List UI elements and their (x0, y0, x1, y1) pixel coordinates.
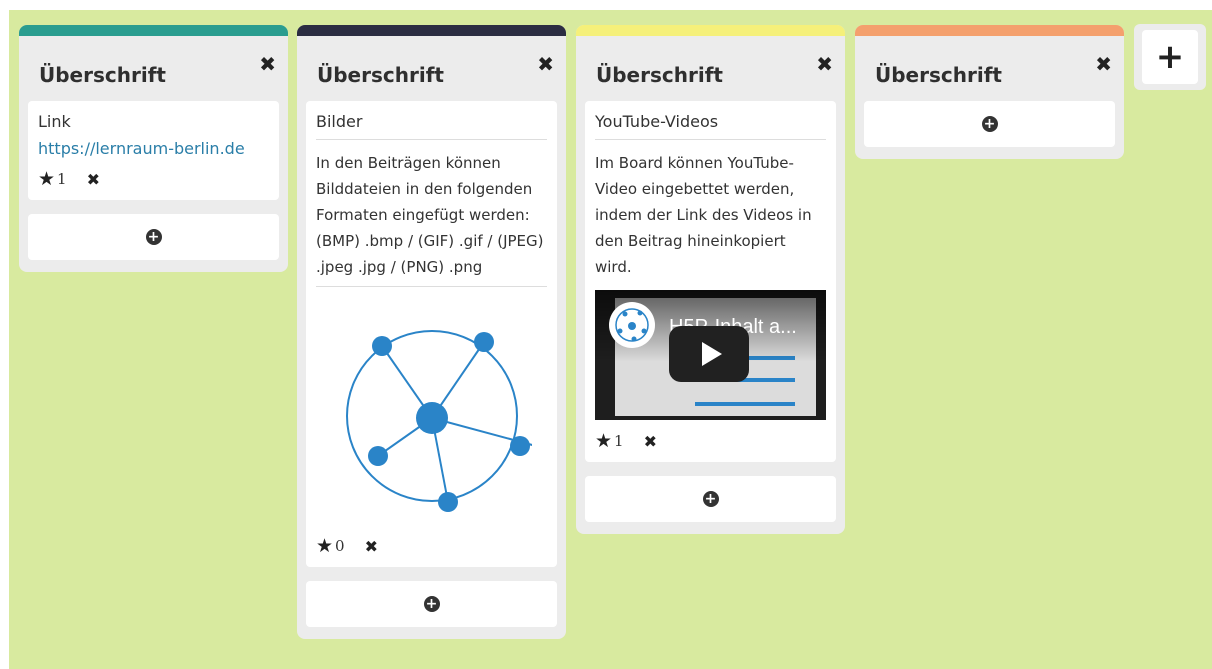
card-images[interactable]: Bilder In den Beiträgen können Bilddatei… (306, 101, 557, 567)
card-link[interactable]: Link https://lernraum-berlin.de ★ 1 ✖ (28, 101, 279, 200)
plus-circle-icon: + (702, 491, 719, 507)
card-footer: ★ 0 ✖ (316, 535, 547, 557)
card-image (316, 297, 547, 525)
delete-icon[interactable]: ✖ (365, 537, 378, 556)
plus-circle-icon: + (981, 116, 998, 132)
star-count: 1 (614, 432, 624, 450)
add-card-button[interactable]: + (585, 476, 836, 522)
plus-circle-icon: + (423, 596, 440, 612)
column-3: Überschrift ✖ YouTube-Videos Im Board kö… (576, 25, 845, 534)
column-title[interactable]: Überschrift (39, 63, 166, 87)
close-icon[interactable]: ✖ (537, 54, 554, 74)
card-title: Link (38, 112, 71, 131)
column-color-bar (19, 25, 288, 36)
network-diagram-image (345, 330, 532, 512)
card-body: Im Board können YouTube-Video eingebette… (595, 154, 812, 276)
add-card-button[interactable]: + (864, 101, 1115, 147)
column-4: Überschrift ✖ + (855, 25, 1124, 159)
card-youtube[interactable]: YouTube-Videos Im Board können YouTube-V… (585, 101, 836, 462)
card-footer: ★ 1 ✖ (595, 430, 826, 452)
card-link-url[interactable]: https://lernraum-berlin.de (38, 139, 245, 158)
add-card-button[interactable]: + (28, 214, 279, 260)
column-header: Überschrift ✖ (19, 36, 288, 101)
add-column-button[interactable]: + (1134, 24, 1206, 90)
column-header: Überschrift ✖ (855, 36, 1124, 101)
star-icon[interactable]: ★ (38, 168, 55, 190)
plus-icon[interactable]: + (1142, 30, 1198, 84)
star-icon[interactable]: ★ (316, 535, 333, 557)
play-icon (701, 342, 722, 366)
channel-logo-icon (615, 308, 649, 342)
column-header: Überschrift ✖ (576, 36, 845, 101)
delete-icon[interactable]: ✖ (644, 432, 657, 451)
column-title[interactable]: Überschrift (317, 63, 444, 87)
column-1: Überschrift ✖ Link https://lernraum-berl… (19, 25, 288, 272)
add-card-button[interactable]: + (306, 581, 557, 627)
column-title[interactable]: Überschrift (875, 63, 1002, 87)
thumbnail-line (695, 402, 795, 406)
column-2: Überschrift ✖ Bilder In den Beiträgen kö… (297, 25, 566, 639)
channel-logo (609, 302, 655, 348)
play-button[interactable] (669, 326, 749, 382)
column-header: Überschrift ✖ (297, 36, 566, 101)
delete-icon[interactable]: ✖ (87, 170, 100, 189)
card-footer: ★ 1 ✖ (38, 168, 269, 190)
star-icon[interactable]: ★ (595, 430, 612, 452)
video-embed[interactable]: H5P-Inhalt a... (595, 290, 826, 420)
column-title[interactable]: Überschrift (596, 63, 723, 87)
column-color-bar (855, 25, 1124, 36)
star-count: 0 (335, 537, 345, 555)
close-icon[interactable]: ✖ (1095, 54, 1112, 74)
star-count: 1 (57, 170, 67, 188)
plus-circle-icon: + (145, 229, 162, 245)
close-icon[interactable]: ✖ (259, 54, 276, 74)
column-color-bar (576, 25, 845, 36)
board: Überschrift ✖ Link https://lernraum-berl… (9, 10, 1212, 669)
card-body: In den Beiträgen können Bilddateien in d… (316, 150, 547, 287)
card-title: YouTube-Videos (595, 112, 826, 140)
column-color-bar (297, 25, 566, 36)
card-title: Bilder (316, 112, 547, 140)
close-icon[interactable]: ✖ (816, 54, 833, 74)
